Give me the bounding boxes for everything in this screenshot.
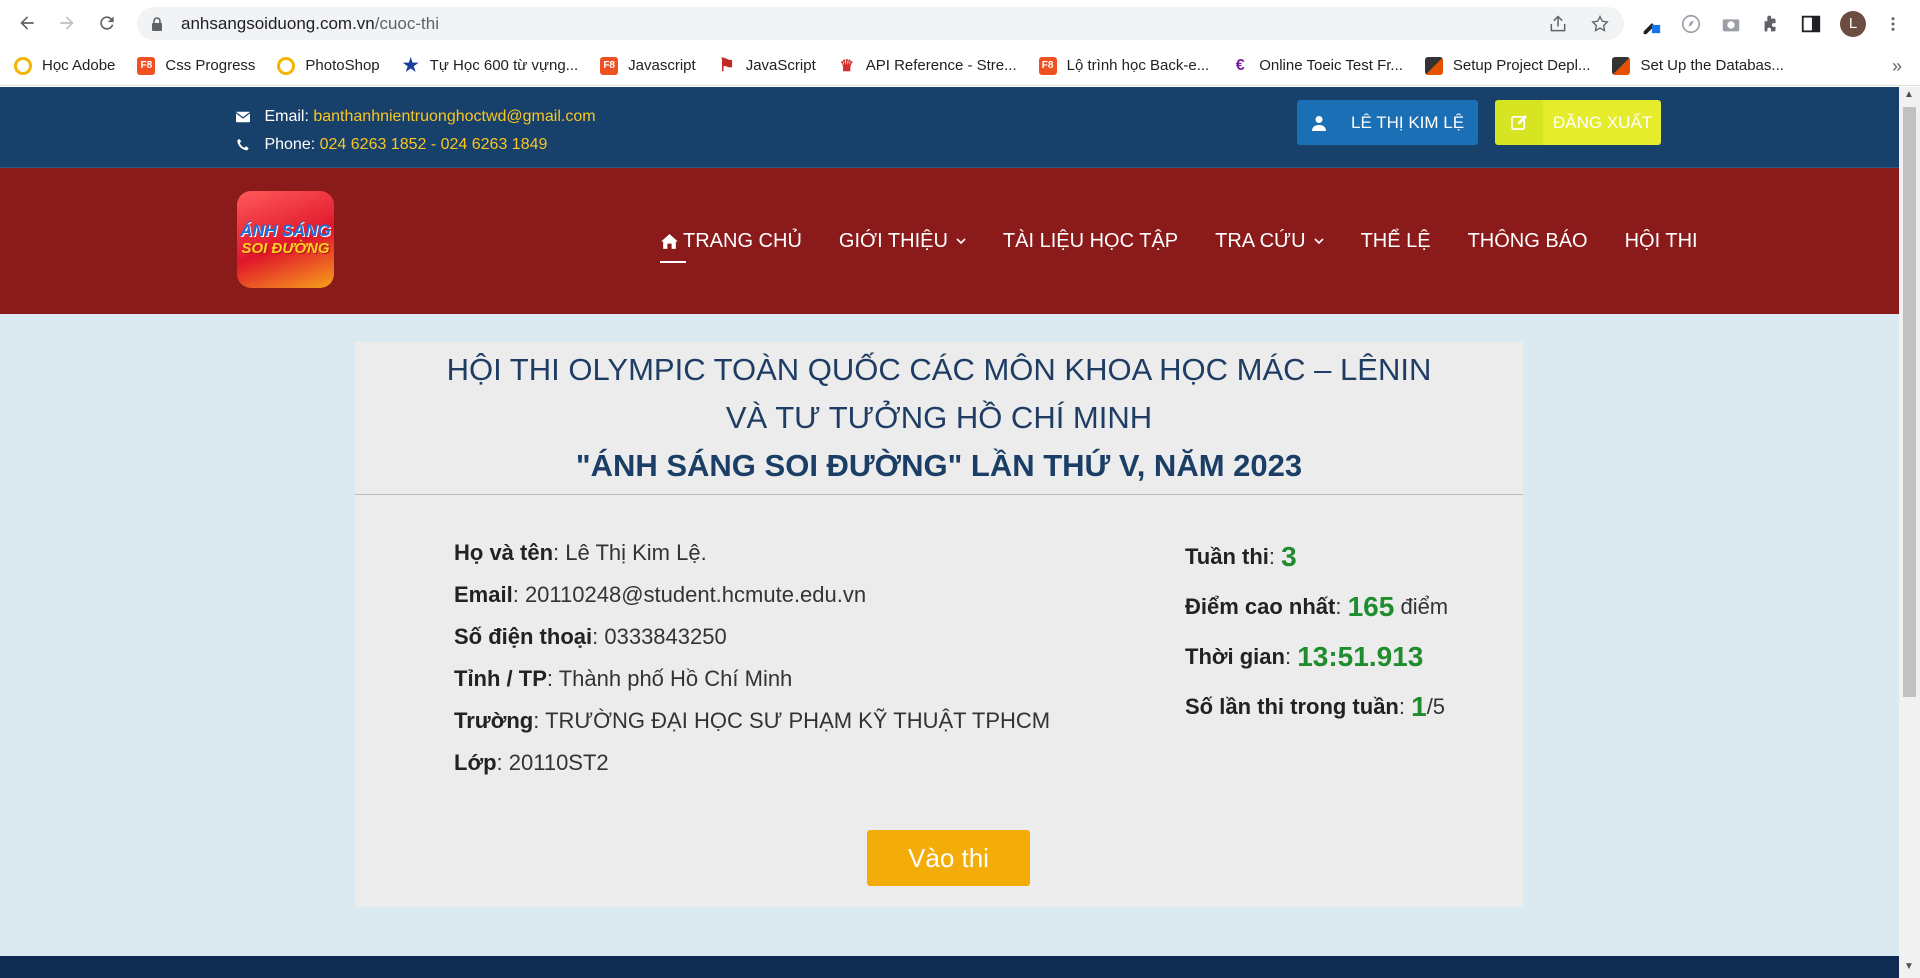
edit-icon bbox=[1495, 100, 1543, 145]
f8-icon: F8 bbox=[600, 56, 619, 75]
bookmark-item[interactable]: Học Adobe bbox=[14, 56, 115, 75]
bookmark-item[interactable]: PhotoShop bbox=[277, 56, 380, 75]
scrollbar-thumb[interactable] bbox=[1903, 107, 1916, 697]
info-phone: Số điện thoại: 0333843250 bbox=[454, 624, 727, 649]
bookmarks-bar: Học Adobe F8 Css Progress PhotoShop ★ Tự H… bbox=[0, 46, 1920, 86]
bookmark-item[interactable]: Set Up the Databas... bbox=[1612, 56, 1784, 75]
bookmark-item[interactable]: ★ Tự Học 600 từ vựng... bbox=[402, 55, 579, 75]
bookmark-item[interactable]: F8 Lộ trình học Back-e... bbox=[1038, 56, 1209, 75]
contact-phone: Phone: 024 6263 1852 - 024 6263 1849 bbox=[236, 131, 596, 159]
bookmark-star-icon[interactable] bbox=[1590, 14, 1610, 34]
adobe-icon bbox=[14, 56, 32, 75]
notion-icon bbox=[1612, 56, 1631, 75]
top-contact-bar: Email: banthanhnientruonghoctwd@gmail.co… bbox=[0, 87, 1899, 168]
nav-about[interactable]: GIỚI THIỆU bbox=[839, 230, 966, 253]
phone-icon bbox=[237, 139, 249, 151]
arrow-left-icon bbox=[20, 16, 34, 30]
user-icon bbox=[1297, 100, 1341, 145]
bookmark-item[interactable]: F8 Javascript bbox=[600, 56, 696, 75]
compass-extension-icon[interactable] bbox=[1680, 13, 1702, 35]
address-bar[interactable]: anhsangsoiduong.com.vn/cuoc-thi bbox=[137, 7, 1624, 40]
logout-button[interactable]: ĐĂNG XUẤT bbox=[1495, 100, 1661, 145]
contact-info: Email: banthanhnientruonghoctwd@gmail.co… bbox=[236, 103, 596, 159]
bookmark-item[interactable]: € Online Toeic Test Fr... bbox=[1231, 57, 1403, 75]
info-school: Trường: TRƯỜNG ĐẠI HỌC SƯ PHẠM KỸ THUẬT … bbox=[454, 708, 1051, 733]
forward-button[interactable] bbox=[47, 3, 87, 43]
enter-contest-button[interactable]: Vào thi bbox=[867, 830, 1030, 886]
arrow-right-icon bbox=[60, 16, 74, 30]
more-bookmarks-button[interactable]: » bbox=[1892, 56, 1902, 77]
bookmark-item[interactable]: Setup Project Depl... bbox=[1424, 56, 1590, 75]
main-header: ÁNH SÁNG SOI ĐƯỜNG TRANG CHỦ GIỚI THIỆU … bbox=[0, 168, 1899, 314]
footer bbox=[0, 956, 1899, 978]
home-icon bbox=[661, 233, 678, 249]
puzzle-extensions-icon[interactable] bbox=[1760, 13, 1782, 35]
url-text: anhsangsoiduong.com.vn/cuoc-thi bbox=[181, 13, 439, 33]
envelope-icon bbox=[236, 111, 250, 123]
f8-icon: F8 bbox=[137, 56, 156, 75]
nav-lookup[interactable]: TRA CỨU bbox=[1215, 230, 1324, 253]
nav-home[interactable]: TRANG CHỦ bbox=[660, 230, 802, 263]
info-city: Tỉnh / TP: Thành phố Hồ Chí Minh bbox=[454, 666, 793, 691]
reload-icon bbox=[100, 16, 114, 30]
stat-week: Tuần thi: 3 bbox=[1185, 541, 1297, 572]
profile-avatar[interactable]: L bbox=[1840, 10, 1866, 37]
side-panel-icon[interactable] bbox=[1800, 13, 1822, 35]
browser-toolbar: anhsangsoiduong.com.vn/cuoc-thi L bbox=[0, 0, 1920, 46]
stat-best-score: Điểm cao nhất: 165 điểm bbox=[1185, 591, 1449, 622]
contest-card: HỘI THI OLYMPIC TOÀN QUỐC CÁC MÔN KHOA H… bbox=[355, 342, 1523, 907]
email-link[interactable]: banthanhnientruonghoctwd@gmail.com bbox=[313, 108, 595, 125]
page-scrollbar[interactable]: ▲ ▼ bbox=[1899, 87, 1920, 978]
contest-title: HỘI THI OLYMPIC TOÀN QUỐC CÁC MÔN KHOA H… bbox=[355, 342, 1523, 495]
main-nav: TRANG CHỦ GIỚI THIỆU TÀI LIỆU HỌC TẬP TR… bbox=[660, 168, 1698, 314]
nav-documents[interactable]: TÀI LIỆU HỌC TẬP bbox=[1003, 230, 1178, 253]
participant-info: Họ và tên: Lê Thị Kim Lệ. Email: 2011024… bbox=[454, 532, 1050, 784]
adobe-icon bbox=[277, 56, 296, 75]
star-icon: ★ bbox=[402, 55, 419, 75]
contact-email: Email: banthanhnientruonghoctwd@gmail.co… bbox=[236, 103, 596, 131]
chevron-down-icon bbox=[956, 238, 966, 245]
nav-rules[interactable]: THỂ LỆ bbox=[1361, 230, 1431, 253]
chevron-down-icon bbox=[1313, 238, 1324, 245]
scroll-up-icon[interactable]: ▲ bbox=[1904, 89, 1914, 100]
crown-icon: ♛ bbox=[839, 57, 854, 75]
scroll-down-icon[interactable]: ▼ bbox=[1904, 961, 1914, 972]
reload-button[interactable] bbox=[87, 3, 127, 43]
site-logo[interactable]: ÁNH SÁNG SOI ĐƯỜNG bbox=[237, 191, 334, 288]
f8-icon: F8 bbox=[1038, 56, 1057, 75]
stat-time: Thời gian: 13:51.913 bbox=[1185, 641, 1424, 672]
toeic-icon: € bbox=[1235, 56, 1245, 74]
phone-numbers: 024 6263 1852 - 024 6263 1849 bbox=[319, 136, 548, 153]
eyedropper-extension-icon[interactable] bbox=[1640, 13, 1662, 35]
contest-stats: Tuần thi: 3 Điểm cao nhất: 165 điểm Thời… bbox=[1185, 532, 1448, 732]
share-icon[interactable] bbox=[1548, 14, 1568, 34]
page-viewport: Email: banthanhnientruonghoctwd@gmail.co… bbox=[0, 87, 1899, 978]
nav-notices[interactable]: THÔNG BÁO bbox=[1468, 230, 1588, 253]
stat-attempts: Số lần thi trong tuần: 1/5 bbox=[1185, 691, 1446, 722]
info-name: Họ và tên: Lê Thị Kim Lệ. bbox=[454, 540, 707, 565]
back-button[interactable] bbox=[7, 3, 47, 43]
lock-icon bbox=[152, 16, 162, 31]
notion-icon bbox=[1424, 56, 1443, 75]
nav-contest[interactable]: HỘI THI bbox=[1625, 230, 1698, 253]
info-email: Email: 20110248@student.hcmute.edu.vn bbox=[454, 582, 867, 607]
camera-extension-icon[interactable] bbox=[1720, 13, 1742, 35]
flag-icon: ⚑ bbox=[718, 55, 735, 75]
info-class: Lớp: 20110ST2 bbox=[454, 750, 609, 775]
bookmark-item[interactable]: ♛ API Reference - Stre... bbox=[838, 57, 1017, 75]
kebab-menu-icon[interactable] bbox=[1884, 13, 1902, 35]
bookmark-item[interactable]: F8 Css Progress bbox=[137, 56, 255, 75]
user-profile-button[interactable]: LÊ THỊ KIM LỆ bbox=[1297, 100, 1478, 145]
bookmark-item[interactable]: ⚑ JavaScript bbox=[718, 55, 816, 75]
